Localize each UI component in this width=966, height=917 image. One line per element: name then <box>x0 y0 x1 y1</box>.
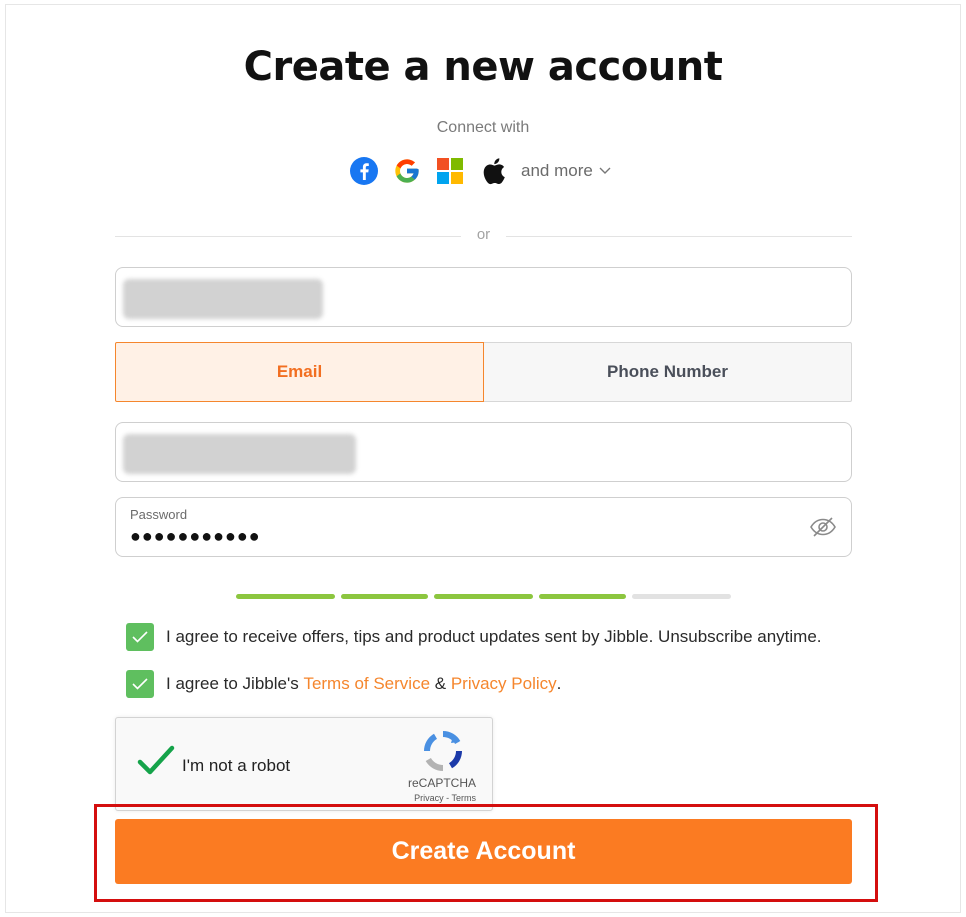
terms-of-service-link[interactable]: Terms of Service <box>303 674 430 694</box>
offers-consent: I agree to receive offers, tips and prod… <box>126 623 822 651</box>
terms-checkbox[interactable] <box>126 670 154 698</box>
offers-consent-text: I agree to receive offers, tips and prod… <box>166 627 822 646</box>
contact-method-toggle: Email Phone Number <box>115 342 852 402</box>
redacted-value <box>123 434 356 474</box>
privacy-policy-link[interactable]: Privacy Policy <box>451 674 557 694</box>
tab-phone-number[interactable]: Phone Number <box>484 342 852 402</box>
more-providers-dropdown[interactable]: and more <box>521 161 611 181</box>
recaptcha-terms-link[interactable]: Terms <box>452 793 477 803</box>
recaptcha-privacy-link[interactable]: Privacy <box>414 793 444 803</box>
terms-suffix: . <box>556 674 562 693</box>
password-value: ●●●●●●●●●●● <box>130 526 261 546</box>
hide-password-icon[interactable] <box>809 515 837 539</box>
recaptcha-sep: - <box>443 793 452 803</box>
offers-checkbox[interactable] <box>126 623 154 651</box>
recaptcha-brand: reCAPTCHA <box>407 776 476 790</box>
recaptcha-footer: Privacy - Terms <box>414 793 476 803</box>
page-title: Create a new account <box>243 44 723 90</box>
password-input[interactable]: Password ●●●●●●●●●●● <box>115 497 852 557</box>
recaptcha-logo-icon <box>424 731 462 771</box>
checkmark-icon <box>132 631 148 643</box>
chevron-down-icon <box>599 167 611 174</box>
full-name-input[interactable] <box>115 267 852 327</box>
or-label: or <box>476 226 491 243</box>
strength-segment <box>236 594 335 599</box>
google-icon[interactable] <box>391 155 423 187</box>
password-strength-meter <box>236 594 737 599</box>
facebook-icon[interactable] <box>348 155 380 187</box>
checkmark-icon <box>132 678 148 690</box>
terms-prefix: I agree to Jibble's <box>166 674 304 693</box>
microsoft-icon[interactable] <box>434 155 466 187</box>
terms-and: & <box>430 674 451 693</box>
apple-icon[interactable] <box>477 155 509 187</box>
redacted-value <box>123 279 323 319</box>
or-divider: or <box>115 226 852 246</box>
password-label: Password <box>130 507 188 522</box>
recaptcha-widget: I'm not a robot reCAPTCHA Privacy - Term… <box>115 717 493 811</box>
email-input[interactable] <box>115 422 852 482</box>
create-account-button[interactable]: Create Account <box>115 819 852 884</box>
connect-with-label: Connect with <box>436 119 530 136</box>
strength-segment <box>632 594 731 599</box>
terms-consent: I agree to Jibble's Terms of Service & P… <box>126 670 561 698</box>
captcha-checkmark-icon[interactable] <box>137 745 175 777</box>
tab-email[interactable]: Email <box>115 342 484 402</box>
social-login-row: and more <box>348 155 611 187</box>
captcha-label: I'm not a robot <box>182 756 291 775</box>
strength-segment <box>434 594 533 599</box>
more-providers-label: and more <box>521 161 593 180</box>
strength-segment <box>539 594 626 599</box>
strength-segment <box>341 594 428 599</box>
